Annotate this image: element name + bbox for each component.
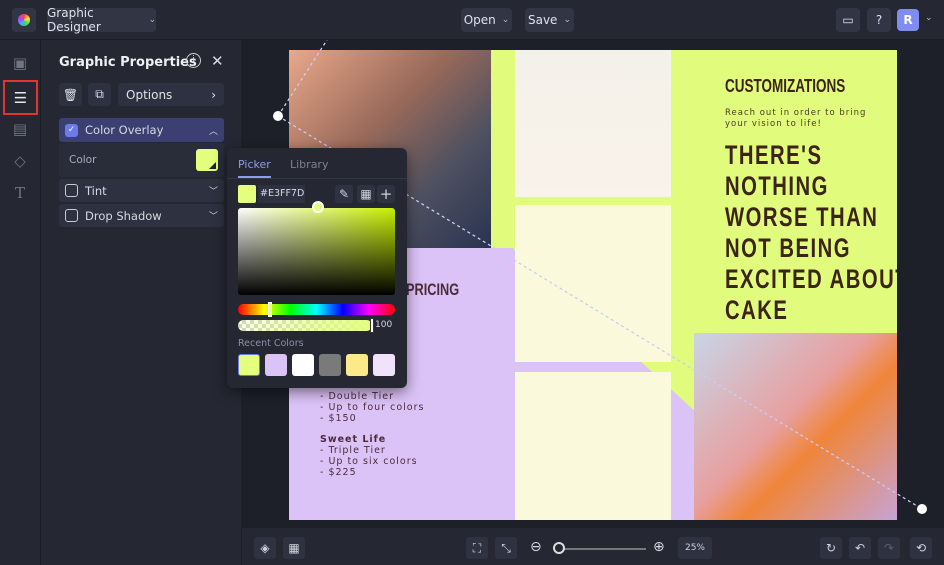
color-picker-popover: Picker Library #E3FF7D ✎ ▦ + 100 Recent … xyxy=(227,148,407,388)
divider xyxy=(227,178,407,179)
tab-library[interactable]: Library xyxy=(290,158,328,171)
drop-shadow-label: Drop Shadow xyxy=(85,208,162,223)
left-tool-rail: ▣ ☰ ▤ ◇ T xyxy=(0,40,41,565)
opacity-slider[interactable] xyxy=(238,320,372,331)
help-button[interactable]: ? xyxy=(867,8,891,32)
zoom-slider[interactable] xyxy=(554,548,646,550)
saturation-brightness-area[interactable] xyxy=(238,208,395,295)
avatar[interactable]: R xyxy=(897,9,919,31)
checkbox[interactable] xyxy=(65,184,78,197)
redo-icon[interactable]: ↷ xyxy=(878,537,900,559)
checkbox-checked[interactable]: ✓ xyxy=(65,123,78,137)
tint-label: Tint xyxy=(85,183,107,198)
logo-icon xyxy=(18,14,30,26)
chevron-down-icon: ⌄ xyxy=(148,15,156,25)
drop-shadow-row[interactable]: Drop Shadow ﹀ xyxy=(59,204,224,227)
chevron-down-icon: ⌄ xyxy=(501,15,510,25)
refresh-icon[interactable]: ↻ xyxy=(820,537,842,559)
sb-handle[interactable] xyxy=(312,201,324,213)
graphic-properties-panel: Graphic Properties i ✕ 🗑 ⧉ Options › ✓ Col… xyxy=(41,40,241,565)
opacity-handle[interactable] xyxy=(370,318,374,333)
hue-handle[interactable] xyxy=(268,302,272,317)
adjustments-icon[interactable]: ☰ xyxy=(3,80,38,115)
resize-handle xyxy=(917,504,927,514)
help-icon: ? xyxy=(875,13,883,27)
chevron-right-icon: › xyxy=(211,87,216,102)
info-icon[interactable]: i xyxy=(186,53,201,68)
comments-button[interactable]: ▭ xyxy=(836,8,860,32)
hex-input[interactable]: #E3FF7D xyxy=(258,185,305,203)
app-name: Graphic Designer xyxy=(47,6,101,34)
shrink-icon[interactable]: ⤡ xyxy=(495,537,517,559)
save-label: Save xyxy=(527,13,558,27)
opacity-value[interactable]: 100 xyxy=(375,320,392,330)
logo-button[interactable] xyxy=(12,8,36,32)
zoom-level[interactable]: 25% xyxy=(678,537,712,559)
duplicate-icon: ⧉ xyxy=(95,87,104,101)
recent-color-swatch[interactable] xyxy=(346,354,368,376)
layout-icon[interactable]: ▤ xyxy=(9,118,31,140)
options-button[interactable]: Options › xyxy=(118,83,224,106)
zoom-out-icon[interactable]: ⊖ xyxy=(530,539,542,555)
undo-icon[interactable]: ↶ xyxy=(849,537,871,559)
chevron-down-icon: ﹀ xyxy=(208,187,218,197)
history-icon[interactable]: ⟲ xyxy=(910,537,932,559)
top-bar: Graphic Designer ⌄ Open ⌄ Save ⌄ ▭ ? R ⌄ xyxy=(0,0,944,40)
delete-button[interactable]: 🗑 xyxy=(59,83,82,106)
color-row: Color xyxy=(59,143,224,177)
duplicate-button[interactable]: ⧉ xyxy=(88,83,111,106)
chevron-down-icon[interactable]: ⌄ xyxy=(925,13,933,23)
chevron-down-icon: ﹀ xyxy=(208,212,218,222)
zoom-slider-handle[interactable] xyxy=(553,542,565,554)
add-color-icon[interactable]: + xyxy=(377,185,395,203)
bottom-toolbar: ◈ ▦ ⛶ ⤡ ⊖ ⊕ 25% ↻ ↶ ↷ ⟲ xyxy=(242,528,944,565)
tab-picker[interactable]: Picker xyxy=(238,158,271,178)
current-color-swatch xyxy=(238,185,256,203)
resize-handle xyxy=(273,111,283,121)
zoom-in-icon[interactable]: ⊕ xyxy=(653,539,665,555)
recent-color-swatch[interactable] xyxy=(238,354,260,376)
corner-triangle-icon xyxy=(209,162,216,169)
fit-screen-icon[interactable]: ⛶ xyxy=(466,537,488,559)
open-label: Open xyxy=(463,13,496,27)
tint-row[interactable]: Tint ﹀ xyxy=(59,179,224,202)
image-icon[interactable]: ▣ xyxy=(9,52,31,74)
hue-slider[interactable] xyxy=(238,304,395,315)
color-swatch-button[interactable] xyxy=(196,149,218,171)
options-label: Options xyxy=(126,87,173,102)
panel-title: Graphic Properties xyxy=(59,55,197,70)
chevron-down-icon: ⌄ xyxy=(563,15,571,25)
open-button[interactable]: Open ⌄ xyxy=(461,8,512,32)
recent-colors-label: Recent Colors xyxy=(238,338,304,349)
recent-color-swatch[interactable] xyxy=(292,354,314,376)
recent-color-swatch[interactable] xyxy=(373,354,395,376)
color-label: Color xyxy=(69,154,97,166)
comment-icon: ▭ xyxy=(842,13,854,27)
trash-icon: 🗑 xyxy=(62,87,79,102)
color-overlay-label: Color Overlay xyxy=(85,123,164,137)
color-overlay-row[interactable]: ✓ Color Overlay ︿ xyxy=(59,118,224,142)
eyedropper-icon[interactable]: ✎ xyxy=(335,185,353,203)
recent-color-swatch[interactable] xyxy=(265,354,287,376)
grid-icon[interactable]: ▦ xyxy=(357,185,375,203)
checkbox[interactable] xyxy=(65,209,78,222)
chevron-up-icon: ︿ xyxy=(208,126,218,137)
text-icon[interactable]: T xyxy=(9,182,31,204)
grid-view-icon[interactable]: ▦ xyxy=(283,537,305,559)
recent-color-swatch[interactable] xyxy=(319,354,341,376)
app-selector[interactable]: Graphic Designer ⌄ xyxy=(47,6,156,34)
shapes-icon[interactable]: ◇ xyxy=(9,150,31,172)
save-button[interactable]: Save ⌄ xyxy=(525,8,574,32)
layers-icon[interactable]: ◈ xyxy=(254,537,276,559)
close-icon[interactable]: ✕ xyxy=(211,52,224,70)
